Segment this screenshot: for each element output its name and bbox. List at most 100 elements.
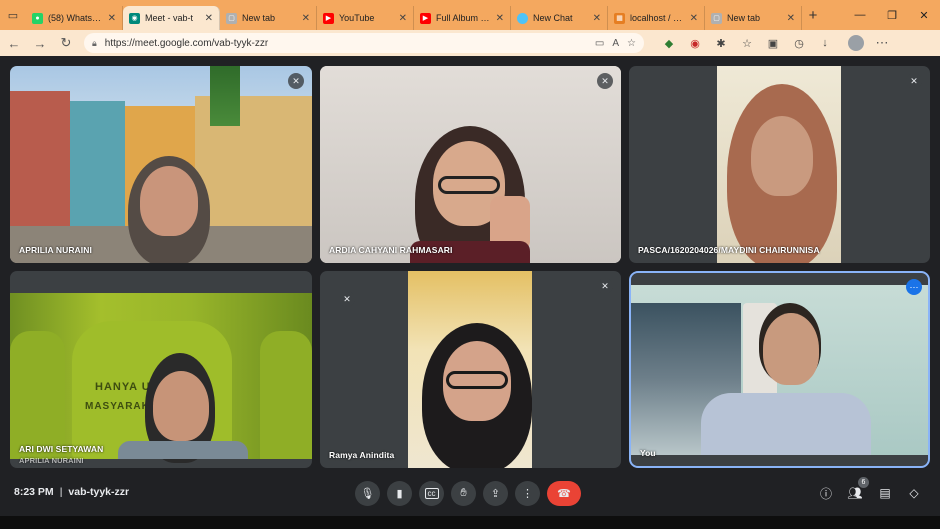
participant-tile[interactable]: ✕ ARDIA CAHYANI RAHMASARI: [320, 66, 621, 263]
chat-icon[interactable]: ▤: [877, 485, 893, 501]
tab-newtab-2[interactable]: ▢ New tab ✕: [705, 6, 802, 30]
building-red: [10, 91, 70, 241]
mic-off-icon: ✕: [339, 291, 355, 307]
participant-tile[interactable]: ✕ ✕ Ramya Anindita: [320, 271, 621, 468]
gas-cylinder-left: [10, 331, 65, 459]
forward-icon[interactable]: →: [32, 36, 48, 51]
participant-tile[interactable]: ✕ PASCA/1620204026/MAYDINI CHAIRUNNISA: [629, 66, 930, 263]
newtab-icon: ▢: [711, 12, 722, 24]
tab-full-album[interactable]: ▶ Full Album + Lirik ✕: [414, 6, 511, 30]
gas-cylinder-right: [260, 331, 312, 459]
captions-button[interactable]: cc: [419, 481, 444, 506]
raise-hand-icon: ✋︎: [460, 487, 467, 499]
tab-new-chat[interactable]: New Chat ✕: [511, 6, 608, 30]
participant-face: [751, 116, 813, 196]
tab-label: YouTube: [339, 13, 375, 23]
downloads-icon[interactable]: ↓: [818, 37, 832, 50]
tab-label: Meet - vab-t: [145, 13, 194, 23]
more-options-icon[interactable]: ⋯: [906, 279, 922, 295]
cylinder-text: HANYA U: [95, 381, 151, 393]
participant-tile[interactable]: ✕ APRILIA NURAINI: [10, 66, 312, 263]
read-aloud-icon[interactable]: A: [612, 38, 619, 49]
raise-hand-button[interactable]: ✋︎: [451, 481, 476, 506]
close-window-icon[interactable]: ✕: [908, 9, 940, 22]
mic-off-icon: ✕: [597, 73, 613, 89]
mic-off-icon: ✕: [288, 73, 304, 89]
meeting-time: 8:23 PM: [14, 486, 54, 498]
meeting-details-icon[interactable]: ⓘ: [818, 485, 834, 501]
tab-label: localhost / 127.0.0: [630, 13, 685, 23]
close-tab-icon[interactable]: ✕: [787, 13, 795, 24]
tab-localhost[interactable]: ▦ localhost / 127.0.0 ✕: [608, 6, 705, 30]
meeting-info: 8:23 PM | vab-tyyk-zzr: [14, 486, 129, 498]
tab-meet[interactable]: ◉ Meet - vab-t ✕: [123, 6, 220, 30]
close-tab-icon[interactable]: ✕: [690, 13, 698, 24]
close-tab-icon[interactable]: ✕: [593, 13, 601, 24]
tab-whatsapp[interactable]: ● (58) WhatsApp ✕: [26, 6, 123, 30]
camera-toggle-button[interactable]: ▮: [387, 481, 412, 506]
camera-permission-icon[interactable]: ▭: [595, 38, 604, 49]
youtube-icon: ▶: [323, 12, 334, 24]
window-controls: — ❐ ✕: [844, 9, 940, 22]
youtube-icon: ▶: [420, 12, 431, 24]
extensions-puzzle-icon[interactable]: ✱: [714, 37, 728, 50]
close-tab-icon[interactable]: ✕: [108, 13, 116, 24]
browser-extensions: ◆ ◉ ✱ ☆ ▣ ◷ ↓: [662, 37, 832, 50]
participant-name: ARDIA CAHYANI RAHMASARI: [329, 245, 453, 255]
participant-name: PASCA/1620204026/MAYDINI CHAIRUNNISA: [638, 245, 820, 255]
ghost-name-text: APRILIA NURAINI: [19, 456, 84, 465]
present-screen-button[interactable]: ⇪: [483, 481, 508, 506]
restore-icon[interactable]: ❐: [876, 9, 908, 22]
meet-control-bar: 8:23 PM | vab-tyyk-zzr 🎙︎ ▮ cc ✋︎ ⇪ ⋮ ☎︎ ⓘ…: [0, 470, 940, 516]
tab-label: New tab: [242, 13, 276, 23]
meeting-code: vab-tyyk-zzr: [68, 486, 130, 498]
palm-tree: [210, 66, 240, 216]
present-icon: ⇪: [490, 488, 501, 500]
chat-icon: [517, 12, 528, 24]
address-bar[interactable]: 🔒︎ https://meet.google.com/vab-tyyk-zzr …: [84, 33, 644, 53]
close-tab-icon[interactable]: ✕: [496, 13, 504, 24]
whatsapp-icon: ●: [32, 12, 43, 24]
more-menu-icon[interactable]: ⋯: [874, 35, 890, 51]
history-icon[interactable]: ◷: [792, 37, 806, 50]
glasses: [446, 371, 508, 389]
meet-icon: ◉: [129, 12, 140, 24]
activities-icon[interactable]: ◇: [906, 485, 922, 501]
reload-icon[interactable]: ↻: [58, 35, 74, 51]
new-tab-button[interactable]: +: [802, 7, 824, 24]
browser-tab-bar: ▭ ● (58) WhatsApp ✕ ◉ Meet - vab-t ✕ ▢ N…: [0, 0, 940, 30]
close-tab-icon[interactable]: ✕: [302, 13, 310, 24]
more-vert-icon: ⋮: [522, 488, 533, 500]
back-icon[interactable]: ←: [6, 36, 22, 51]
extension-red-icon[interactable]: ◉: [688, 37, 702, 50]
camera-icon: ▮: [396, 488, 403, 500]
collections-icon[interactable]: ▣: [766, 37, 780, 50]
taskbar-strip: [0, 516, 940, 529]
minimize-icon[interactable]: —: [844, 9, 876, 22]
participant-name: Ramya Anindita: [329, 450, 395, 460]
more-options-button[interactable]: ⋮: [515, 481, 540, 506]
participant-tile[interactable]: HANYA U MASYARAKAT ARI DWI SETYAWAN APRI…: [10, 271, 312, 468]
favorite-star-icon[interactable]: ☆: [627, 38, 636, 49]
participant-name: ARI DWI SETYAWAN: [19, 444, 104, 454]
newtab-icon: ▢: [226, 12, 237, 24]
extension-leaf-icon[interactable]: ◆: [662, 37, 676, 50]
tab-actions-icon[interactable]: ▭: [0, 0, 26, 30]
tab-newtab-1[interactable]: ▢ New tab ✕: [220, 6, 317, 30]
db-icon: ▦: [614, 12, 625, 24]
mic-off-icon: ✕: [597, 278, 613, 294]
site-info-icon[interactable]: 🔒︎: [92, 38, 97, 49]
tab-label: New Chat: [533, 13, 573, 23]
hang-up-icon: ☎︎: [557, 488, 571, 500]
close-tab-icon[interactable]: ✕: [205, 13, 213, 24]
glasses: [438, 176, 500, 194]
close-tab-icon[interactable]: ✕: [399, 13, 407, 24]
leave-call-button[interactable]: ☎︎: [547, 481, 581, 506]
tab-youtube[interactable]: ▶ YouTube ✕: [317, 6, 414, 30]
participant-name: APRILIA NURAINI: [19, 245, 92, 255]
profile-avatar[interactable]: [848, 35, 864, 51]
url-text: https://meet.google.com/vab-tyyk-zzr: [104, 37, 269, 49]
favorites-icon[interactable]: ☆: [740, 37, 754, 50]
mic-toggle-button[interactable]: 🎙︎: [355, 481, 380, 506]
self-tile[interactable]: ⋯ You: [629, 271, 930, 468]
